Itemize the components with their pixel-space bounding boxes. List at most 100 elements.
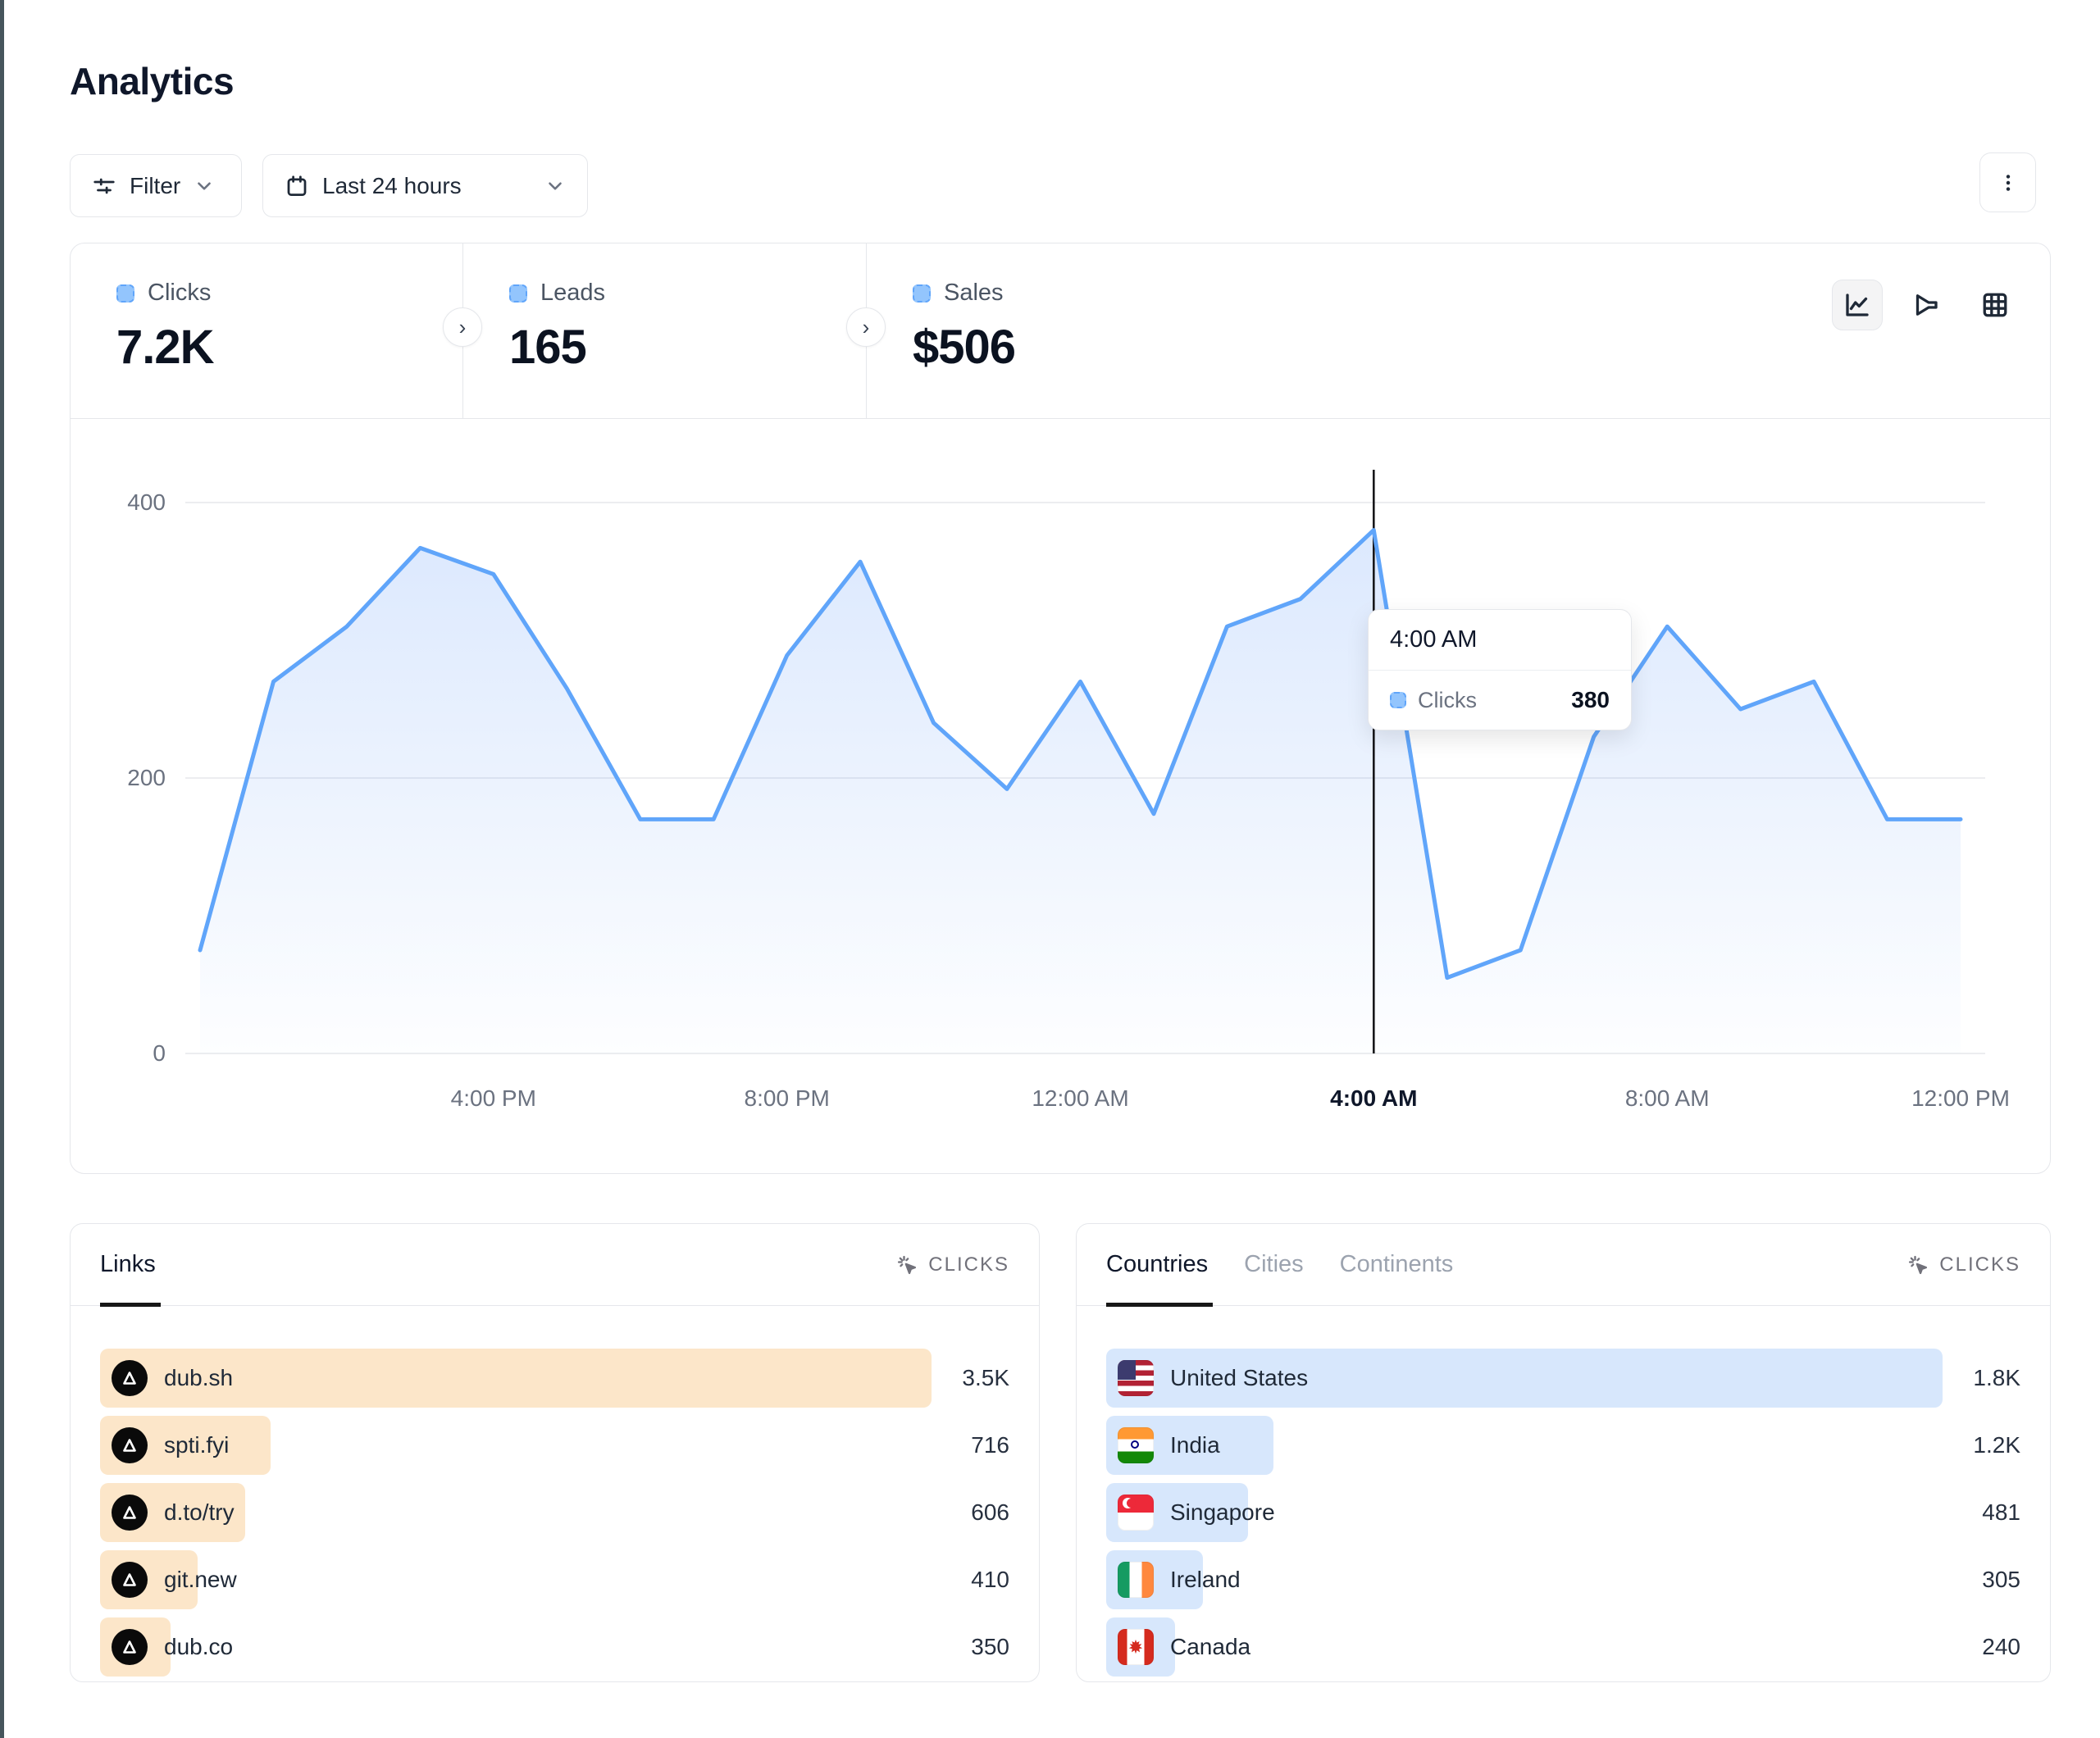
- item-label: git.new: [164, 1567, 237, 1593]
- item-label: India: [1170, 1432, 1220, 1458]
- stat-value: $506: [913, 320, 1210, 375]
- tab-clicks[interactable]: Clicks 7.2K: [71, 243, 462, 419]
- left-accent-strip: [0, 0, 4, 1738]
- expand-sales-chevron[interactable]: ›: [846, 307, 886, 347]
- list-item[interactable]: India 1.2K: [1106, 1416, 2020, 1475]
- tab-countries-label: Countries: [1106, 1251, 1208, 1278]
- tooltip-value: 380: [1571, 687, 1610, 713]
- funnel-view-button[interactable]: [1901, 280, 1952, 330]
- chart-tooltip: 4:00 AM Clicks 380: [1368, 609, 1632, 730]
- tooltip-series-label: Clicks: [1418, 688, 1477, 713]
- y-tick-label: 0: [153, 1040, 166, 1066]
- countries-list: United States 1.8K India 1.2K Singapore481 Ir…: [1077, 1306, 2050, 1677]
- links-metric-selector[interactable]: CLICKS: [895, 1253, 1009, 1276]
- funnel-icon: [1911, 290, 1941, 320]
- date-range-button[interactable]: Last 24 hours: [262, 154, 588, 217]
- calendar-icon: [285, 174, 309, 198]
- filter-button-label: Filter: [130, 173, 180, 199]
- cursor-click-icon: [895, 1253, 918, 1276]
- tab-cities-label: Cities: [1244, 1251, 1304, 1278]
- dub-logo-icon: [112, 1629, 148, 1665]
- tab-countries[interactable]: Countries: [1106, 1224, 1208, 1305]
- us-flag-icon: [1118, 1360, 1154, 1396]
- clicks-area-chart[interactable]: 02004004:00 PM8:00 PM12:00 AM4:00 AM8:00…: [71, 419, 2048, 1172]
- more-options-button[interactable]: [1979, 152, 2036, 212]
- list-item[interactable]: Canada240: [1106, 1617, 2020, 1677]
- filter-icon: [92, 174, 116, 198]
- list-item[interactable]: git.new410: [100, 1550, 1009, 1609]
- list-item[interactable]: United States 1.8K: [1106, 1349, 2020, 1408]
- countries-metric-selector[interactable]: CLICKS: [1906, 1253, 2020, 1276]
- stat-label: Sales: [944, 280, 1004, 307]
- item-label: Singapore: [1170, 1499, 1275, 1526]
- countries-panel-header: Countries Cities Continents CLICKS: [1077, 1224, 2050, 1306]
- tab-links[interactable]: Links: [100, 1224, 156, 1305]
- table-grid-icon: [1980, 290, 2010, 320]
- analytics-card: Clicks 7.2K Leads 165 Sales $506 › ›: [70, 243, 2051, 1174]
- links-panel: Links CLICKS dub.sh 3.5K spti.fyi 716 d.to/t…: [70, 1223, 1040, 1682]
- kebab-menu-icon: [1997, 171, 2020, 194]
- leads-legend-swatch: [509, 284, 527, 303]
- dub-logo-icon: [112, 1495, 148, 1531]
- countries-panel: Countries Cities Continents CLICKS Unite…: [1076, 1223, 2051, 1682]
- date-range-label: Last 24 hours: [322, 173, 462, 199]
- tab-leads[interactable]: Leads 165: [462, 243, 866, 419]
- item-value: 350: [971, 1634, 1009, 1660]
- item-label: United States: [1170, 1365, 1308, 1391]
- dub-logo-icon: [112, 1562, 148, 1598]
- item-label: dub.sh: [164, 1365, 233, 1391]
- metric-label: CLICKS: [1939, 1253, 2020, 1276]
- chart-area-fill: [200, 530, 1961, 1053]
- stat-value: 165: [509, 320, 866, 375]
- tab-cities[interactable]: Cities: [1244, 1224, 1304, 1305]
- item-value: 305: [1982, 1567, 2020, 1593]
- list-item[interactable]: dub.sh 3.5K: [100, 1349, 1009, 1408]
- list-item[interactable]: spti.fyi 716: [100, 1416, 1009, 1475]
- dub-logo-icon: [112, 1360, 148, 1396]
- sg-flag-icon: [1118, 1495, 1154, 1531]
- item-value: 1.2K: [1973, 1432, 2020, 1458]
- tab-sales[interactable]: Sales $506: [866, 243, 1210, 419]
- x-tick-label: 12:00 AM: [1032, 1085, 1128, 1111]
- line-chart-view-button[interactable]: [1832, 280, 1883, 330]
- sales-legend-swatch: [913, 284, 931, 303]
- item-label: Ireland: [1170, 1567, 1241, 1593]
- ie-flag-icon: [1118, 1562, 1154, 1598]
- item-value: 240: [1982, 1634, 2020, 1660]
- y-tick-label: 200: [127, 765, 166, 790]
- metric-label: CLICKS: [928, 1253, 1009, 1276]
- item-value: 1.8K: [1973, 1365, 2020, 1391]
- tab-links-label: Links: [100, 1251, 156, 1278]
- filter-button[interactable]: Filter: [70, 154, 242, 217]
- links-panel-header: Links CLICKS: [71, 1224, 1039, 1306]
- list-item[interactable]: d.to/try606: [100, 1483, 1009, 1542]
- tab-continents[interactable]: Continents: [1340, 1224, 1454, 1305]
- expand-leads-chevron[interactable]: ›: [443, 307, 482, 347]
- dub-logo-icon: [112, 1427, 148, 1463]
- stat-value: 7.2K: [116, 320, 462, 375]
- stat-label: Leads: [540, 280, 605, 307]
- x-tick-label: 12:00 PM: [1911, 1085, 2010, 1111]
- line-chart-icon: [1843, 290, 1872, 320]
- item-label: dub.co: [164, 1634, 233, 1660]
- item-label: spti.fyi: [164, 1432, 229, 1458]
- clicks-legend-swatch: [116, 284, 134, 303]
- item-label: d.to/try: [164, 1499, 235, 1526]
- stat-tabs-row: Clicks 7.2K Leads 165 Sales $506 › ›: [71, 243, 2050, 419]
- maple-leaf-icon: [1127, 1638, 1145, 1656]
- item-value: 3.5K: [962, 1365, 1009, 1391]
- list-item[interactable]: dub.co 350: [100, 1617, 1009, 1677]
- x-tick-label: 8:00 PM: [745, 1085, 830, 1111]
- list-item[interactable]: Ireland 305: [1106, 1550, 2020, 1609]
- chart-plot[interactable]: 02004004:00 PM8:00 PM12:00 AM4:00 AM8:00…: [71, 419, 2048, 1172]
- table-view-button[interactable]: [1970, 280, 2020, 330]
- y-tick-label: 400: [127, 489, 166, 515]
- list-item[interactable]: Singapore481: [1106, 1483, 2020, 1542]
- item-value: 716: [971, 1432, 1009, 1458]
- chevron-down-icon: [544, 175, 566, 197]
- cursor-click-icon: [1906, 1253, 1929, 1276]
- x-tick-label: 8:00 AM: [1625, 1085, 1710, 1111]
- x-tick-label: 4:00 AM: [1330, 1085, 1417, 1111]
- tooltip-time: 4:00 AM: [1369, 610, 1631, 671]
- page-title: Analytics: [70, 59, 234, 103]
